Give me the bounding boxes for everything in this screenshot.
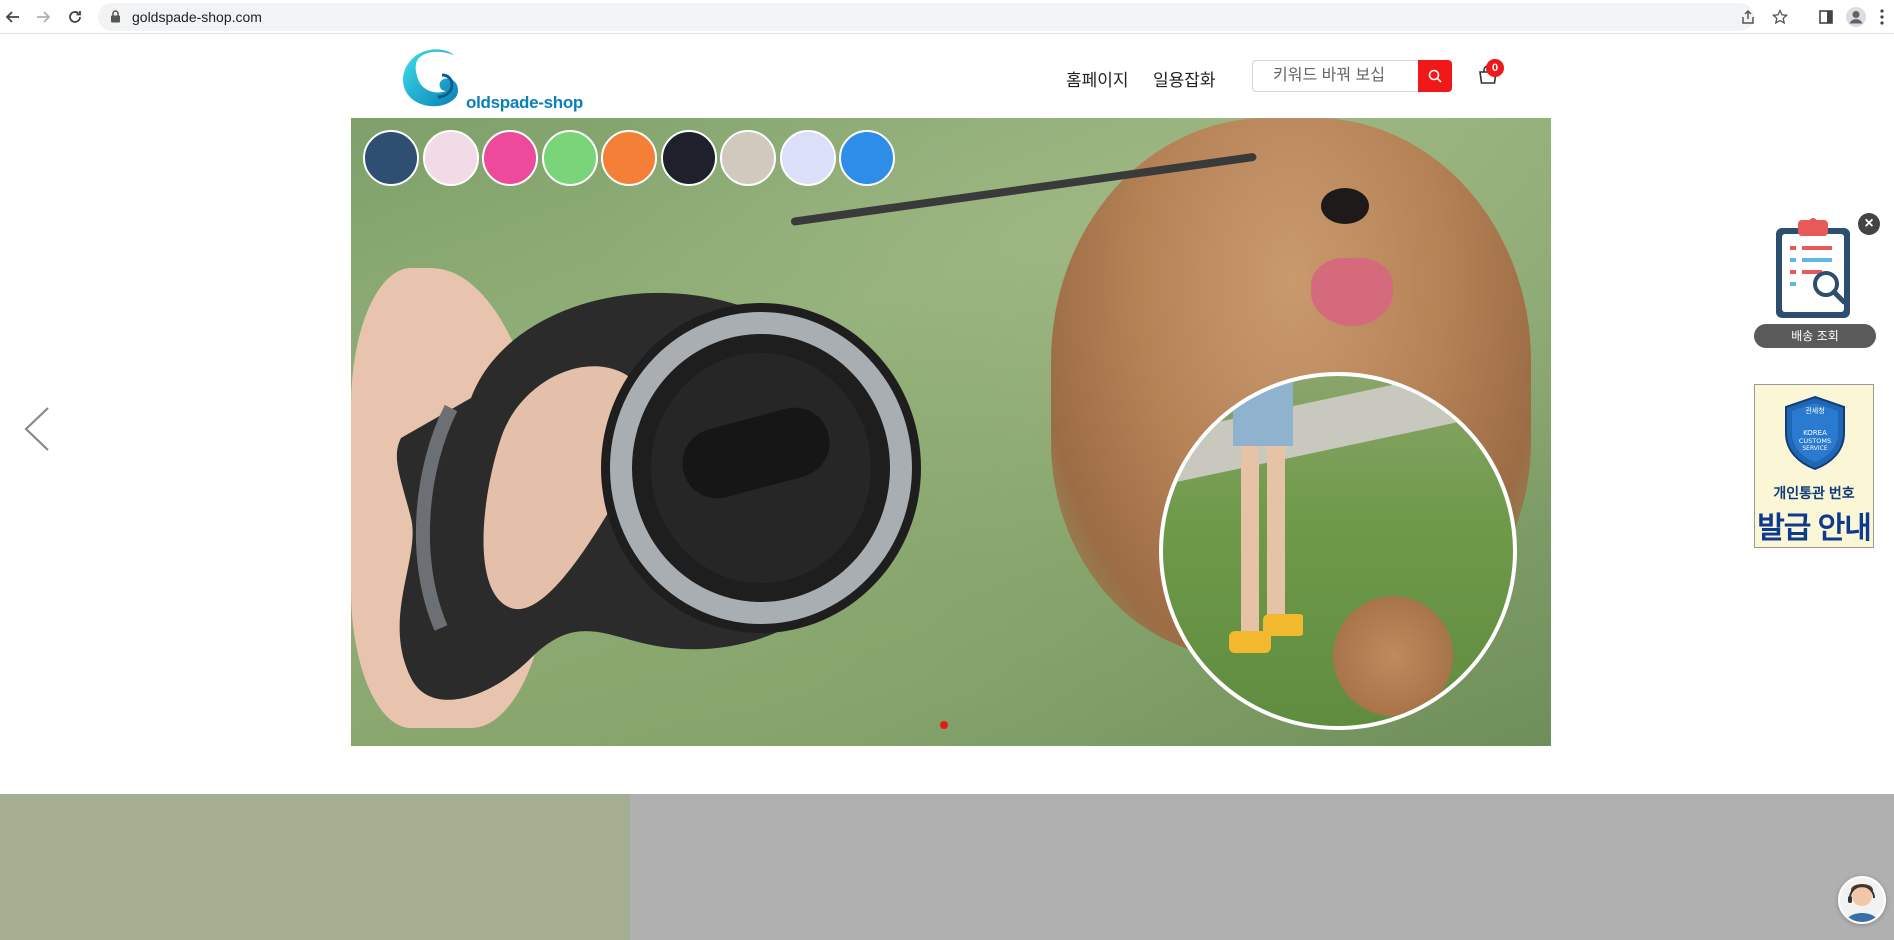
customs-info-banner[interactable]: 관세청 KOREA CUSTOMS SERVICE 개인통관 번호 발급 안내 (1754, 384, 1874, 548)
color-swatch-2[interactable] (422, 130, 479, 186)
hero-inset-photo (1159, 372, 1517, 730)
address-bar[interactable]: goldspade-shop.com (98, 3, 1789, 31)
customs-banner-line1: 개인통관 번호 (1773, 485, 1855, 501)
side-panel-icon[interactable] (1814, 5, 1838, 29)
customs-shield-badge: 관세청 KOREA CUSTOMS SERVICE (1785, 395, 1845, 471)
inset-puppy (1333, 596, 1453, 716)
share-icon[interactable] (1740, 9, 1756, 30)
slider-prev-arrow[interactable] (22, 404, 52, 454)
color-swatch-9[interactable] (839, 130, 895, 186)
lock-icon (110, 10, 121, 28)
logo-text: oldspade-shop (466, 93, 583, 112)
delivery-tracking-label[interactable]: 배송 조회 (1754, 324, 1876, 348)
lower-banner-left[interactable] (0, 794, 630, 940)
site-logo[interactable]: oldspade-shop (398, 45, 583, 112)
customs-banner-line2: 발급 안내 (1757, 512, 1872, 545)
svg-text:관세청: 관세청 (1805, 406, 1824, 415)
color-swatch-7[interactable] (720, 130, 776, 186)
nav-home-link[interactable]: 홈페이지 (1066, 66, 1129, 91)
color-swatch-8[interactable] (779, 130, 836, 186)
forward-icon[interactable] (30, 4, 56, 30)
lower-banner-right[interactable] (630, 794, 1894, 940)
color-swatch-3[interactable] (482, 130, 538, 186)
close-widget-button[interactable]: × (1858, 213, 1880, 235)
svg-text:KOREA: KOREA (1803, 429, 1827, 437)
back-icon[interactable] (0, 4, 26, 30)
search-icon (1428, 69, 1442, 83)
svg-text:CUSTOMS: CUSTOMS (1799, 437, 1831, 445)
svg-text:SERVICE: SERVICE (1802, 445, 1828, 452)
hero-slider[interactable] (351, 118, 1551, 746)
color-swatch-5[interactable] (601, 130, 657, 186)
site-header: oldspade-shop 홈페이지 일용잡화 키워드 바꿔 보십 0 (0, 35, 1894, 117)
hero-dog-tongue (1311, 258, 1393, 326)
color-swatch-6[interactable] (660, 130, 717, 186)
search-input[interactable]: 키워드 바꿔 보십 (1252, 60, 1418, 92)
browser-toolbar: goldspade-shop.com (0, 0, 1894, 34)
color-swatch-4[interactable] (541, 130, 598, 186)
bookmark-star-icon[interactable] (1771, 8, 1789, 30)
delivery-tracking-widget[interactable]: 배송 조회 (1752, 212, 1878, 348)
support-agent-icon (1846, 884, 1878, 922)
chevron-left-icon (24, 407, 49, 451)
reload-icon[interactable] (62, 4, 88, 30)
slider-dot-active[interactable] (940, 721, 948, 729)
url-text: goldspade-shop.com (132, 9, 262, 25)
profile-icon[interactable] (1844, 5, 1868, 29)
hero-dog-nose (1321, 188, 1369, 224)
inset-person-legs (1229, 376, 1303, 653)
search-button[interactable] (1418, 60, 1452, 92)
logo-swirl-icon (403, 49, 458, 107)
browser-menu-icon[interactable] (1874, 5, 1890, 29)
retractable-leash-image (396, 292, 921, 700)
customer-support-avatar[interactable] (1838, 876, 1886, 924)
color-swatch-1[interactable] (363, 130, 419, 186)
nav-daily-goods-link[interactable]: 일용잡화 (1153, 66, 1216, 91)
cart-count-badge: 0 (1486, 59, 1504, 77)
